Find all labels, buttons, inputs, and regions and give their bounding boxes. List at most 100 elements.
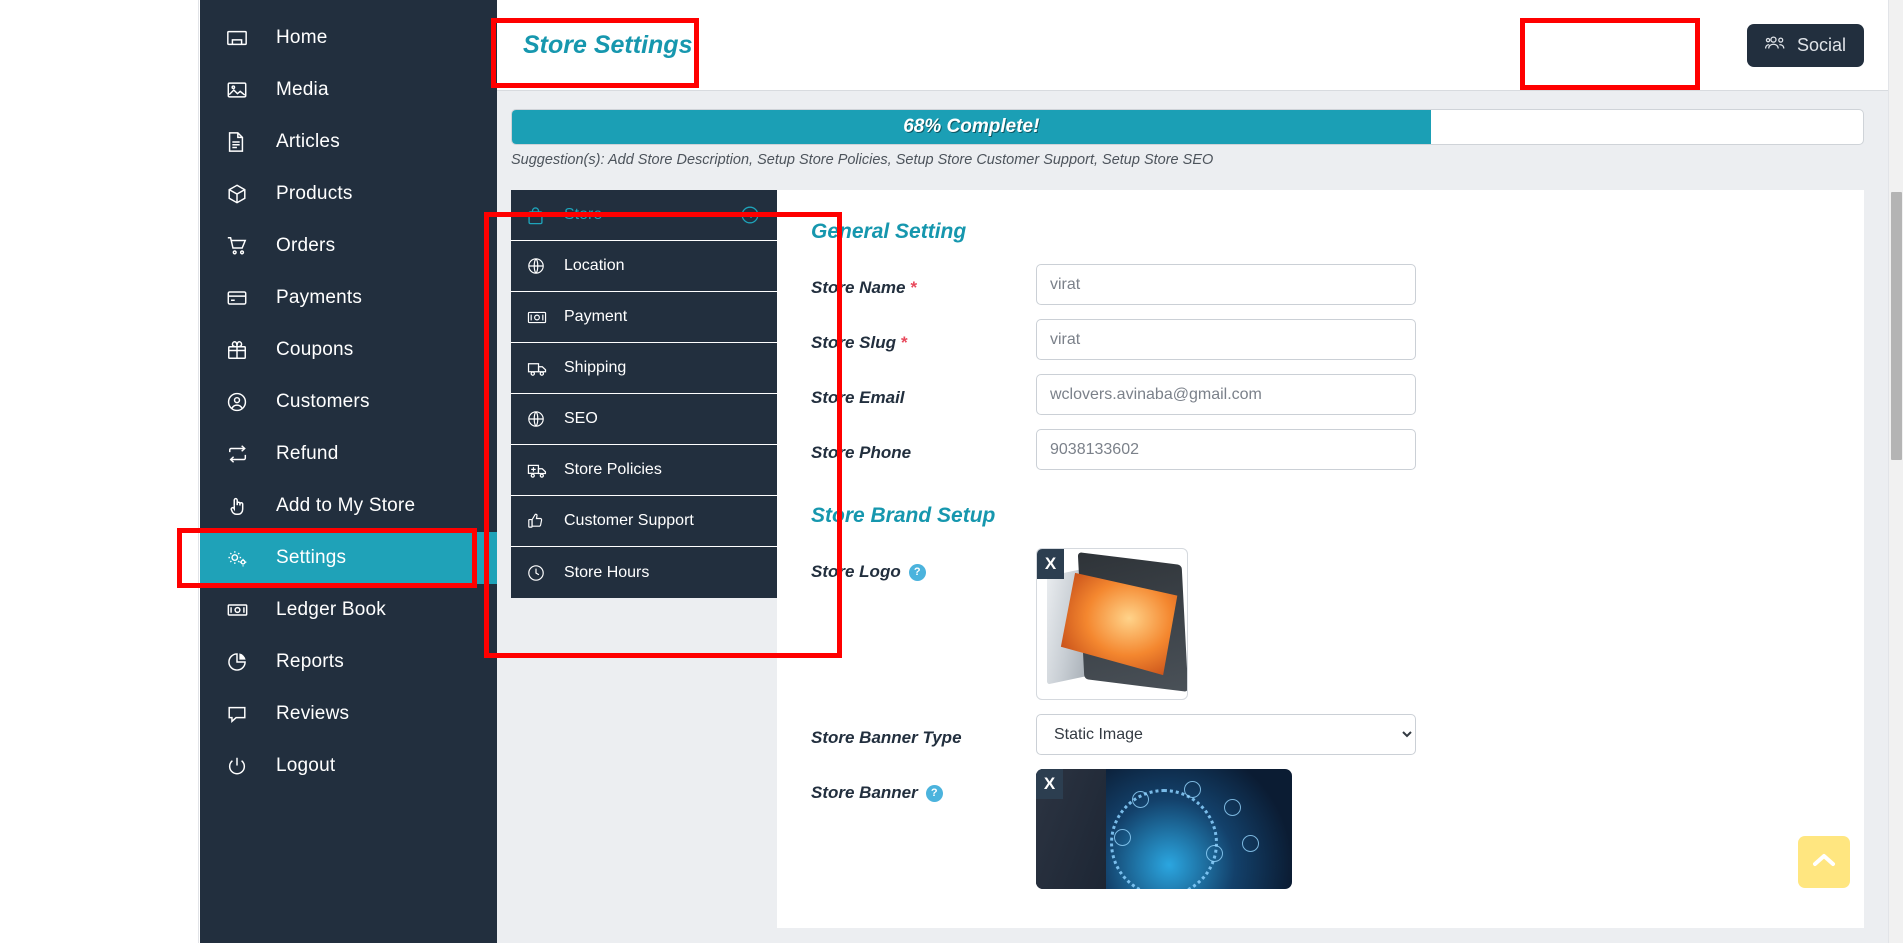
sidebar-item-logout[interactable]: Logout bbox=[200, 740, 497, 792]
banner-node-icon bbox=[1224, 799, 1241, 816]
field-row-store-name: Store Name * bbox=[811, 264, 1834, 305]
document-icon bbox=[226, 129, 260, 155]
primary-sidebar: Home Media Articles Products Orders Paym… bbox=[200, 0, 497, 943]
sidebar-item-label: Ledger Book bbox=[276, 599, 386, 620]
sidebar-item-articles[interactable]: Articles bbox=[200, 116, 497, 168]
tab-store-policies[interactable]: Store Policies bbox=[511, 445, 777, 496]
sidebar-item-reviews[interactable]: Reviews bbox=[200, 688, 497, 740]
store-email-input[interactable] bbox=[1036, 374, 1416, 415]
sidebar-item-label: Reviews bbox=[276, 703, 350, 724]
tab-store[interactable]: Store bbox=[511, 190, 777, 241]
tab-seo[interactable]: SEO bbox=[511, 394, 777, 445]
pie-chart-icon bbox=[226, 649, 260, 675]
store-logo-label-text: Store Logo bbox=[811, 562, 901, 581]
user-circle-icon bbox=[226, 389, 260, 415]
thumbs-up-icon bbox=[527, 512, 553, 530]
sidebar-item-label: Media bbox=[276, 79, 329, 100]
tab-shipping[interactable]: Shipping bbox=[511, 343, 777, 394]
page-scrollbar-thumb[interactable] bbox=[1891, 192, 1902, 460]
users-icon bbox=[1764, 34, 1787, 57]
progress-bar-label: 68% Complete! bbox=[903, 116, 1040, 137]
store-progress-section: 68% Complete! Suggestion(s): Add Store D… bbox=[497, 91, 1888, 168]
tab-label: Payment bbox=[564, 308, 628, 325]
store-slug-input[interactable] bbox=[1036, 319, 1416, 360]
sidebar-item-label: Settings bbox=[276, 547, 347, 568]
page-scrollbar-track[interactable] bbox=[1888, 0, 1903, 943]
sidebar-item-media[interactable]: Media bbox=[200, 64, 497, 116]
general-setting-heading: General Setting bbox=[811, 220, 967, 243]
remove-banner-button[interactable]: X bbox=[1036, 769, 1063, 799]
store-logo-label: Store Logo ? bbox=[811, 548, 1036, 582]
store-banner-type-label: Store Banner Type bbox=[811, 728, 962, 747]
sidebar-item-label: Customers bbox=[276, 391, 370, 412]
sidebar-item-settings[interactable]: Settings bbox=[200, 532, 497, 584]
field-row-store-slug: Store Slug * bbox=[811, 319, 1834, 360]
banner-node-icon bbox=[1132, 791, 1149, 808]
sidebar-item-label: Add to My Store bbox=[276, 495, 416, 516]
tab-label: SEO bbox=[564, 410, 598, 427]
page-header: Store Settings Social bbox=[497, 0, 1888, 91]
settings-body: Store Location Payment Shipping SEO Stor… bbox=[497, 168, 1888, 928]
tab-location[interactable]: Location bbox=[511, 241, 777, 292]
truck-ramp-icon bbox=[527, 462, 553, 479]
store-name-input[interactable] bbox=[1036, 264, 1416, 305]
money-bill-icon bbox=[226, 597, 260, 623]
scroll-to-top-button[interactable] bbox=[1798, 836, 1850, 888]
sidebar-item-orders[interactable]: Orders bbox=[200, 220, 497, 272]
tab-label: Shipping bbox=[564, 359, 627, 376]
page-title: Store Settings bbox=[523, 30, 693, 59]
sidebar-item-label: Reports bbox=[276, 651, 344, 672]
globe-icon bbox=[527, 410, 553, 428]
store-banner-label: Store Banner ? bbox=[811, 769, 1036, 803]
store-phone-input[interactable] bbox=[1036, 429, 1416, 470]
tab-store-hours[interactable]: Store Hours bbox=[511, 547, 777, 598]
sidebar-item-ledger-book[interactable]: Ledger Book bbox=[200, 584, 497, 636]
field-row-store-phone: Store Phone bbox=[811, 429, 1834, 470]
clock-icon bbox=[527, 564, 553, 582]
store-logo-preview[interactable]: X bbox=[1036, 548, 1188, 700]
store-name-label: Store Name * bbox=[811, 264, 1036, 298]
sidebar-item-home[interactable]: Home bbox=[200, 12, 497, 64]
sidebar-item-customers[interactable]: Customers bbox=[200, 376, 497, 428]
store-banner-type-select[interactable]: Static ImageSliderVideo bbox=[1036, 714, 1416, 755]
social-button[interactable]: Social bbox=[1746, 23, 1864, 67]
credit-card-icon bbox=[226, 285, 260, 311]
sidebar-item-coupons[interactable]: Coupons bbox=[200, 324, 497, 376]
sidebar-item-payments[interactable]: Payments bbox=[200, 272, 497, 324]
store-banner-preview[interactable]: X bbox=[1036, 769, 1292, 889]
store-settings-page: Home Media Articles Products Orders Paym… bbox=[0, 0, 1903, 943]
sidebar-item-label: Orders bbox=[276, 235, 336, 256]
banner-node-icon bbox=[1114, 829, 1131, 846]
remove-logo-button[interactable]: X bbox=[1037, 549, 1064, 579]
sidebar-item-refund[interactable]: Refund bbox=[200, 428, 497, 480]
field-row-store-email: Store Email bbox=[811, 374, 1834, 415]
tab-label: Store Hours bbox=[564, 563, 650, 581]
progress-bar: 68% Complete! bbox=[511, 109, 1864, 145]
tab-label: Store Policies bbox=[564, 461, 662, 478]
sidebar-item-label: Home bbox=[276, 27, 328, 48]
sidebar-item-label: Coupons bbox=[276, 339, 354, 360]
help-icon[interactable]: ? bbox=[925, 784, 943, 802]
sidebar-item-products[interactable]: Products bbox=[200, 168, 497, 220]
help-icon[interactable]: ? bbox=[908, 563, 926, 581]
sidebar-item-label: Payments bbox=[276, 287, 363, 308]
tab-label: Location bbox=[564, 257, 625, 274]
tab-payment[interactable]: Payment bbox=[511, 292, 777, 343]
arrow-circle-right-icon[interactable] bbox=[740, 205, 760, 225]
tab-customer-support[interactable]: Customer Support bbox=[511, 496, 777, 547]
power-icon bbox=[226, 753, 260, 779]
gears-icon bbox=[226, 545, 260, 571]
money-bill-icon bbox=[527, 309, 553, 326]
required-marker: * bbox=[901, 333, 908, 352]
sidebar-item-label: Refund bbox=[276, 443, 339, 464]
sidebar-item-reports[interactable]: Reports bbox=[200, 636, 497, 688]
tab-label: Store bbox=[564, 206, 603, 223]
banner-node-icon bbox=[1206, 845, 1223, 862]
bag-icon bbox=[527, 206, 553, 225]
page-left-gutter bbox=[0, 0, 199, 943]
hand-pointer-icon bbox=[226, 493, 260, 519]
progress-suggestions: Suggestion(s): Add Store Description, Se… bbox=[511, 152, 1214, 168]
sidebar-item-add-to-my-store[interactable]: Add to My Store bbox=[200, 480, 497, 532]
comment-icon bbox=[226, 701, 260, 727]
store-banner-label-text: Store Banner bbox=[811, 783, 918, 802]
